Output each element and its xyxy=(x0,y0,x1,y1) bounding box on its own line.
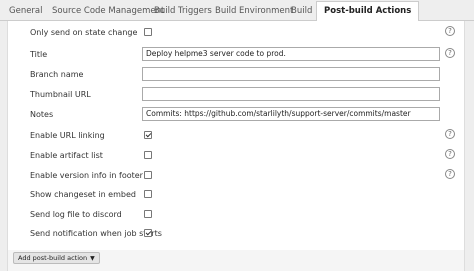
help-icon[interactable]: ? xyxy=(445,26,455,36)
row-enable-version-info: Enable version info in footer ? xyxy=(8,168,464,184)
tab-bar: General Source Code Management Build Tri… xyxy=(0,0,474,21)
tab-build-environment[interactable]: Build Environment xyxy=(215,5,293,17)
help-icon[interactable]: ? xyxy=(445,149,455,159)
tab-post-build-actions[interactable]: Post-build Actions xyxy=(316,1,420,21)
row-send-notification-on-start: Send notification when job starts xyxy=(8,226,464,242)
show-changeset-checkbox[interactable] xyxy=(144,190,152,198)
thumbnail-url-label: Thumbnail URL xyxy=(30,90,91,99)
send-notification-on-start-checkbox[interactable] xyxy=(144,229,152,237)
enable-artifact-list-checkbox[interactable] xyxy=(144,151,152,159)
enable-version-info-label: Enable version info in footer xyxy=(30,171,143,180)
help-icon[interactable]: ? xyxy=(445,169,455,179)
add-post-build-action-button[interactable]: Add post-build action ▼ xyxy=(13,252,100,264)
chevron-down-icon: ▼ xyxy=(90,255,95,262)
notes-input[interactable]: Commits: https://github.com/starlilyth/s… xyxy=(142,107,440,121)
send-log-file-label: Send log file to discord xyxy=(30,210,122,219)
only-send-on-state-change-checkbox[interactable] xyxy=(144,28,152,36)
tab-build[interactable]: Build xyxy=(291,5,312,17)
branch-name-input[interactable] xyxy=(142,67,440,81)
tab-general[interactable]: General xyxy=(9,5,43,17)
row-send-log-file: Send log file to discord xyxy=(8,207,464,223)
thumbnail-url-input[interactable] xyxy=(142,87,440,101)
post-build-actions-panel: Only send on state change ? Title Deploy… xyxy=(7,21,465,250)
row-show-changeset: Show changeset in embed xyxy=(8,187,464,203)
title-label: Title xyxy=(30,50,48,59)
title-input[interactable]: Deploy helpme3 server code to prod. xyxy=(142,47,440,61)
help-icon[interactable]: ? xyxy=(445,48,455,58)
row-branch-name: Branch name xyxy=(8,67,464,83)
send-notification-on-start-label: Send notification when job starts xyxy=(30,229,162,238)
row-thumbnail-url: Thumbnail URL xyxy=(8,87,464,103)
tab-source-code-management[interactable]: Source Code Management xyxy=(52,5,164,17)
enable-version-info-checkbox[interactable] xyxy=(144,171,152,179)
show-changeset-label: Show changeset in embed xyxy=(30,190,136,199)
branch-name-label: Branch name xyxy=(30,70,84,79)
row-enable-artifact-list: Enable artifact list ? xyxy=(8,148,464,164)
only-send-on-state-change-label: Only send on state change xyxy=(30,28,138,37)
row-notes: Notes Commits: https://github.com/starli… xyxy=(8,107,464,123)
row-only-send-on-state-change: Only send on state change ? xyxy=(8,25,464,41)
row-title: Title Deploy helpme3 server code to prod… xyxy=(8,47,464,63)
enable-artifact-list-label: Enable artifact list xyxy=(30,151,103,160)
tab-build-triggers[interactable]: Build Triggers xyxy=(154,5,212,17)
help-icon[interactable]: ? xyxy=(445,129,455,139)
send-log-file-checkbox[interactable] xyxy=(144,210,152,218)
row-enable-url-linking: Enable URL linking ? xyxy=(8,128,464,144)
enable-url-linking-label: Enable URL linking xyxy=(30,131,105,140)
enable-url-linking-checkbox[interactable] xyxy=(144,131,152,139)
notes-label: Notes xyxy=(30,110,54,119)
bottom-bar: Add post-build action ▼ xyxy=(7,250,465,271)
add-post-build-action-label: Add post-build action xyxy=(18,254,88,262)
